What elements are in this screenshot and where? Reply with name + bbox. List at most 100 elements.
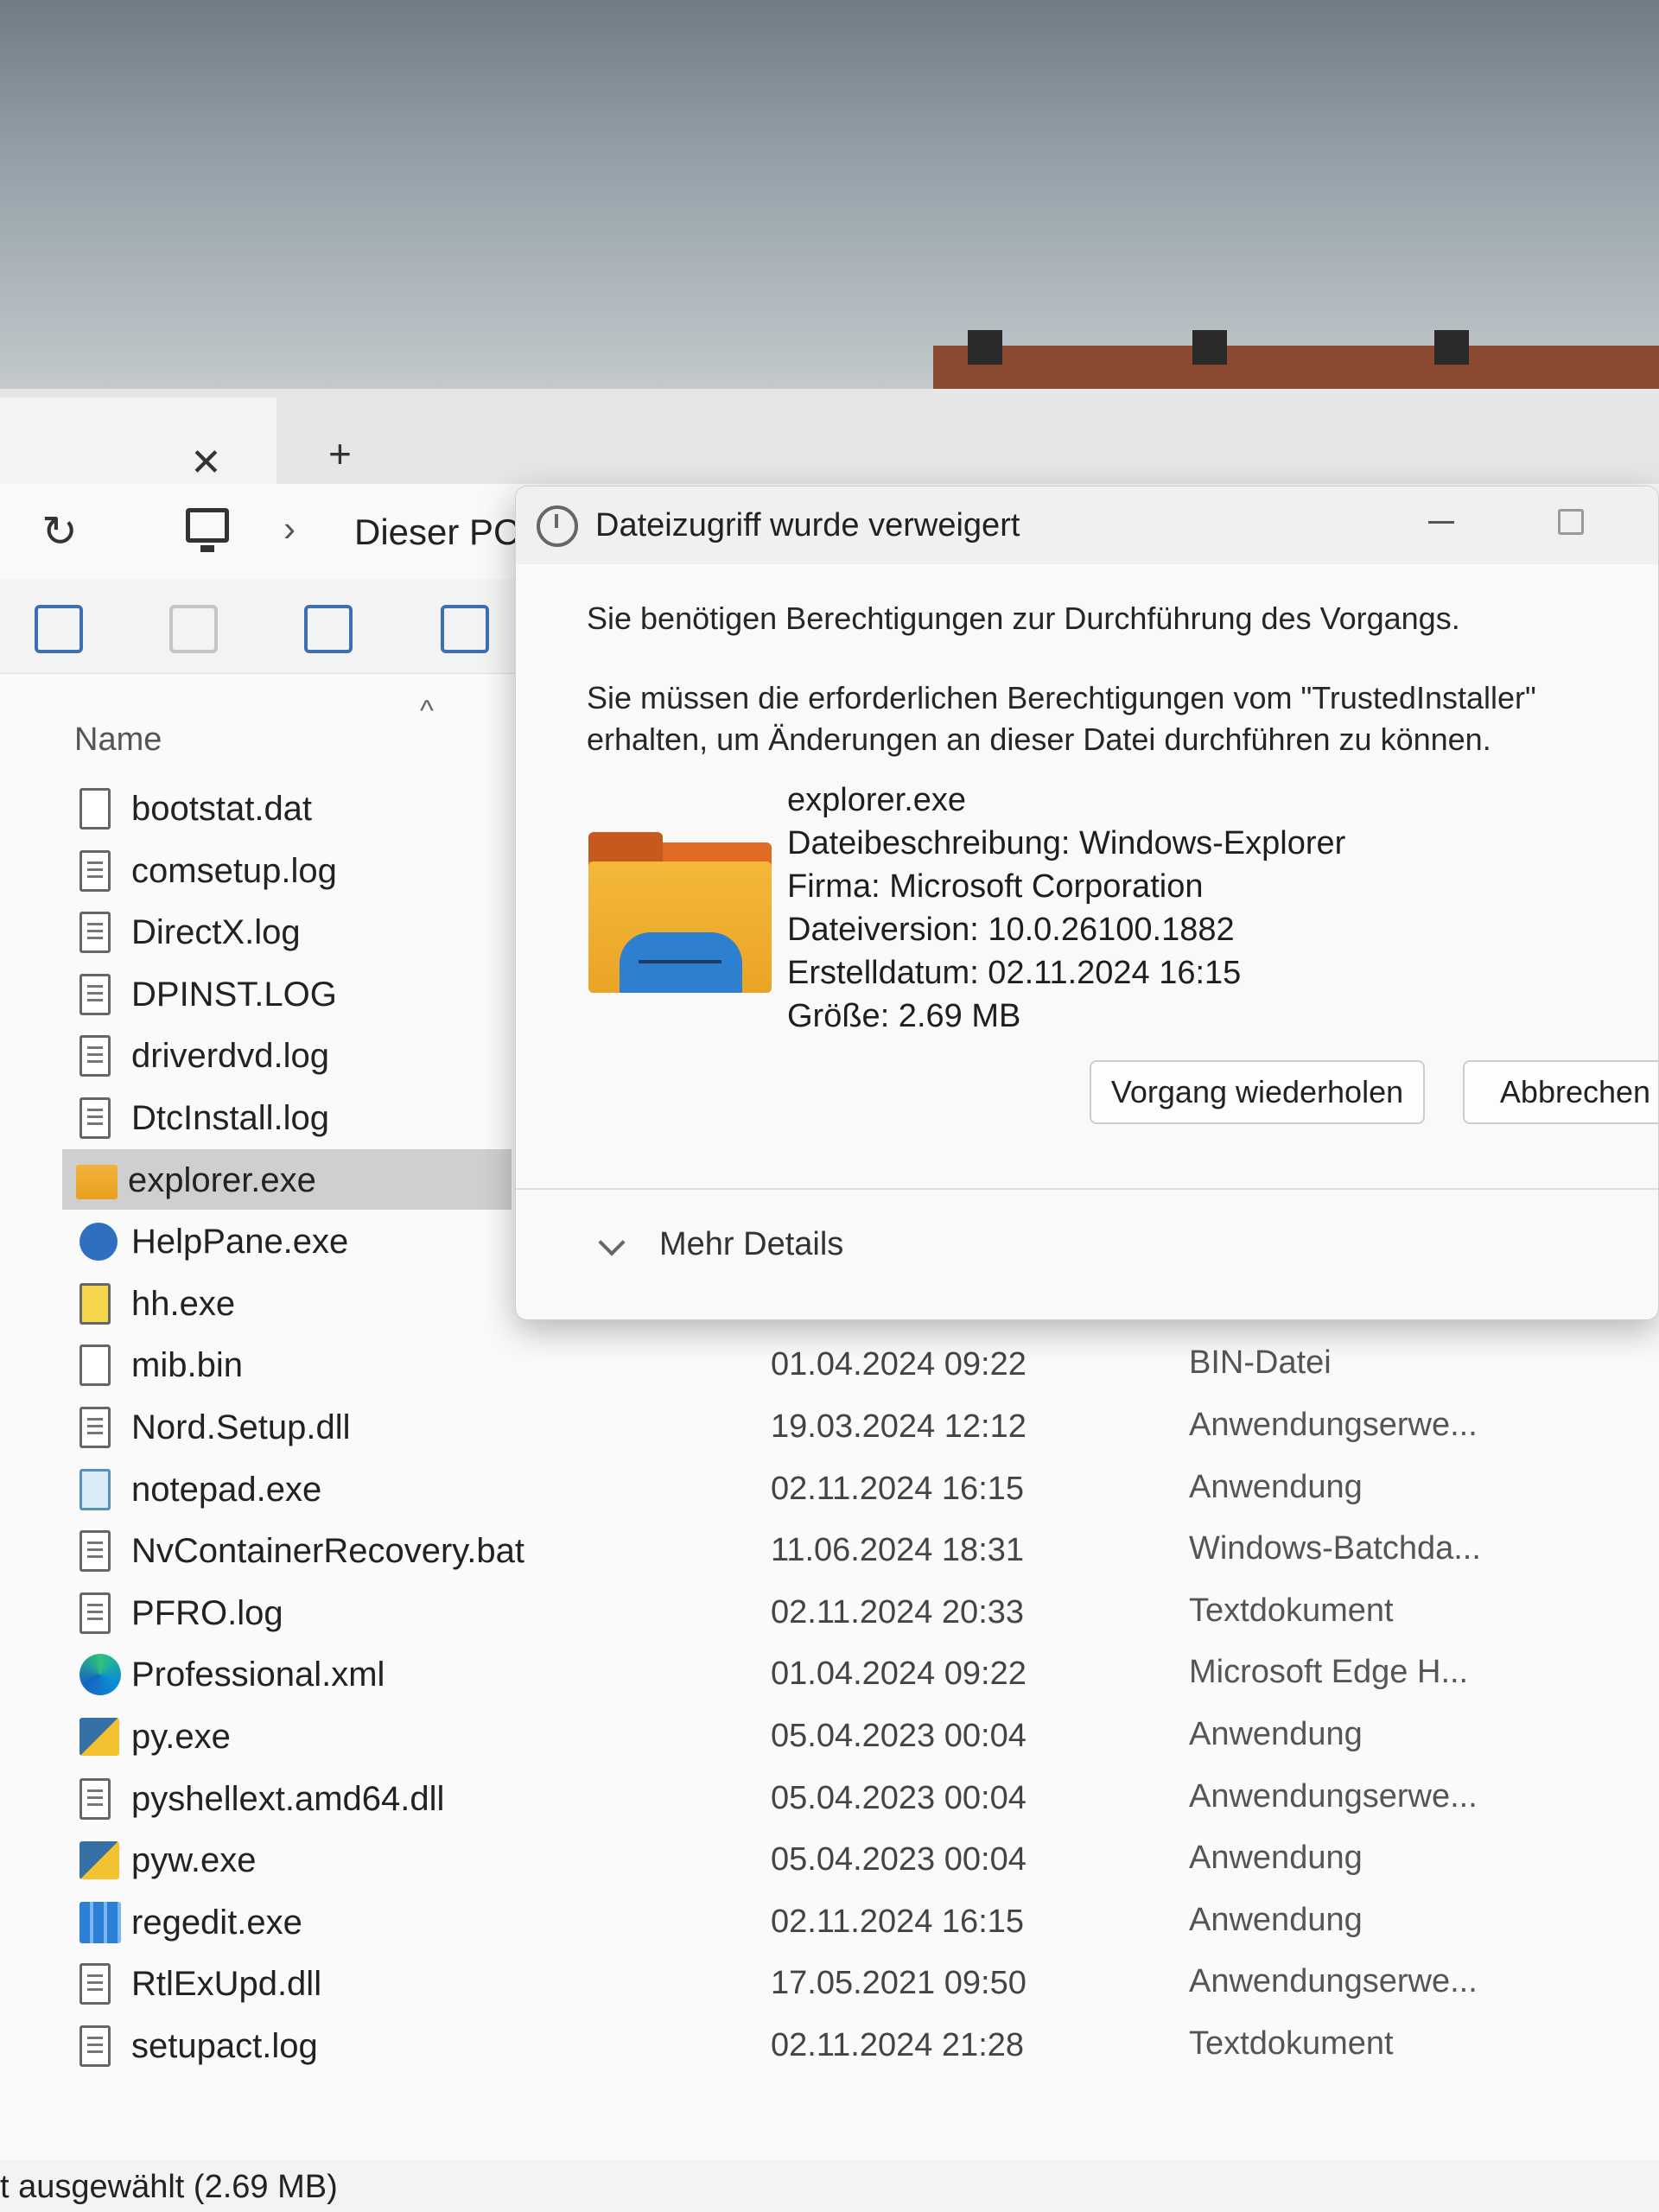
dll-file-icon xyxy=(79,1777,111,1820)
file-name: Nord.Setup.dll xyxy=(131,1408,351,1446)
rename-icon[interactable] xyxy=(304,605,353,653)
minimize-icon[interactable] xyxy=(1428,521,1454,524)
file-type: Microsoft Edge H... xyxy=(1189,1654,1469,1691)
close-tab-icon[interactable]: ✕ xyxy=(190,441,222,485)
file-type: Anwendungserwe... xyxy=(1189,1963,1478,2000)
share-icon[interactable] xyxy=(441,605,489,653)
file-name: notepad.exe xyxy=(131,1470,322,1509)
chimney xyxy=(1434,330,1469,365)
file-name: DtcInstall.log xyxy=(131,1099,329,1137)
file-type: Anwendungserwe... xyxy=(1189,1407,1478,1443)
file-row[interactable]: PFRO.log 02.11.2024 20:33 Textdokument xyxy=(66,1582,1659,1643)
file-name: NvContainerRecovery.bat xyxy=(131,1532,525,1571)
detail-file-name: explorer.exe xyxy=(787,782,967,818)
file-name: hh.exe xyxy=(131,1284,236,1323)
file-type: BIN-Datei xyxy=(1189,1344,1332,1382)
selection-status: t ausgewählt (2.69 MB) xyxy=(0,2169,338,2205)
roof-silhouette xyxy=(933,346,1659,389)
file-name: HelpPane.exe xyxy=(131,1223,349,1262)
detail-version: Dateiversion: 10.0.26100.1882 xyxy=(787,912,1235,948)
file-row[interactable]: explorer.exe xyxy=(62,1148,512,1210)
file-name: pyshellext.amd64.dll xyxy=(131,1779,445,1818)
chevron-down-icon xyxy=(598,1229,626,1256)
file-name: DPINST.LOG xyxy=(131,975,337,1014)
file-row[interactable]: NvContainerRecovery.bat 11.06.2024 18:31 W… xyxy=(66,1520,1659,1580)
maximize-icon[interactable] xyxy=(1558,509,1584,535)
blank-file-icon xyxy=(79,788,111,830)
detail-description: Dateibeschreibung: Windows-Explorer xyxy=(787,825,1346,861)
trustedinstaller-message-line2: erhalten, um Änderungen an dieser Datei … xyxy=(587,721,1491,757)
file-type: Anwendung xyxy=(1189,1716,1363,1752)
file-row[interactable]: pyw.exe 05.04.2023 00:04 Anwendung xyxy=(66,1829,1659,1890)
sort-ascending-icon[interactable]: ^ xyxy=(420,695,434,728)
text-file-icon xyxy=(79,2025,111,2067)
file-date: 05.04.2023 00:04 xyxy=(771,1841,1027,1878)
file-name: driverdvd.log xyxy=(131,1037,330,1076)
file-type: Windows-Batchda... xyxy=(1189,1530,1481,1567)
file-date: 01.04.2024 09:22 xyxy=(771,1656,1027,1693)
registry-icon xyxy=(79,1901,121,1943)
refresh-icon[interactable]: ↻ xyxy=(41,506,78,556)
detail-company: Firma: Microsoft Corporation xyxy=(787,868,1204,905)
this-pc-icon[interactable] xyxy=(186,508,229,552)
trustedinstaller-message-line1: Sie müssen die erforderlichen Berechtigu… xyxy=(587,680,1536,715)
file-name: bootstat.dat xyxy=(131,790,313,828)
text-file-icon xyxy=(79,1592,111,1634)
file-row[interactable]: RtlExUpd.dll 17.05.2021 09:50 Anwendungser… xyxy=(66,1953,1659,2013)
edge-icon xyxy=(79,1654,121,1696)
notepad-icon xyxy=(79,1468,111,1510)
column-header-name[interactable]: Name xyxy=(74,721,162,759)
file-date: 02.11.2024 20:33 xyxy=(771,1593,1025,1630)
file-name: Professional.xml xyxy=(131,1656,385,1694)
detail-created: Erstelldatum: 02.11.2024 16:15 xyxy=(787,955,1242,991)
file-type: Anwendung xyxy=(1189,1901,1363,1938)
file-date: 11.06.2024 18:31 xyxy=(771,1532,1025,1569)
permission-message: Sie benötigen Berechtigungen zur Durchfü… xyxy=(587,601,1460,636)
text-file-icon xyxy=(79,912,111,954)
dll-file-icon xyxy=(79,1407,111,1448)
breadcrumb-chevron-icon[interactable]: › xyxy=(283,508,296,550)
text-file-icon xyxy=(79,1035,111,1077)
dialog-divider xyxy=(516,1188,1658,1190)
file-date: 05.04.2023 00:04 xyxy=(771,1718,1027,1754)
new-tab-icon[interactable]: + xyxy=(328,430,352,477)
file-date: 19.03.2024 12:12 xyxy=(771,1408,1027,1445)
python-icon xyxy=(79,1841,119,1880)
file-type: Textdokument xyxy=(1189,2025,1394,2062)
cancel-button[interactable]: Abbrechen xyxy=(1463,1060,1658,1124)
file-type: Anwendung xyxy=(1189,1840,1363,1877)
file-name: mib.bin xyxy=(131,1346,243,1385)
python-icon xyxy=(79,1718,119,1756)
explorer-folder-icon xyxy=(76,1164,118,1199)
explorer-tab[interactable]: ✕ xyxy=(0,397,276,484)
more-details-toggle[interactable]: Mehr Details xyxy=(598,1226,948,1278)
file-row[interactable]: Professional.xml 01.04.2024 09:22 Microsof… xyxy=(66,1643,1659,1704)
text-file-icon xyxy=(79,849,111,892)
dialog-title: Dateizugriff wurde verweigert xyxy=(595,507,1020,543)
tab-bar: ✕ + xyxy=(0,389,1659,484)
file-name: comsetup.log xyxy=(131,851,337,890)
file-row[interactable]: regedit.exe 02.11.2024 16:15 Anwendung xyxy=(66,1891,1659,1952)
file-row[interactable]: pyshellext.amd64.dll 05.04.2023 00:04 Anwe… xyxy=(66,1768,1659,1828)
file-row[interactable]: notepad.exe 02.11.2024 16:15 Anwendung xyxy=(66,1459,1659,1519)
file-type: Textdokument xyxy=(1189,1592,1394,1629)
paste-icon[interactable] xyxy=(169,605,218,653)
more-details-label: Mehr Details xyxy=(659,1226,844,1262)
batch-file-icon xyxy=(79,1530,111,1573)
copy-icon[interactable] xyxy=(35,605,83,653)
blank-file-icon xyxy=(79,1344,111,1387)
detail-size: Größe: 2.69 MB xyxy=(787,998,1021,1034)
file-explorer-icon xyxy=(588,832,772,993)
file-row[interactable]: setupact.log 02.11.2024 21:28 Textdokument xyxy=(66,2015,1659,2075)
dialog-titlebar: Dateizugriff wurde verweigert xyxy=(516,486,1658,564)
status-bar: t ausgewählt (2.69 MB) xyxy=(0,2160,1659,2212)
file-row[interactable]: py.exe 05.04.2023 00:04 Anwendung xyxy=(66,1706,1659,1766)
breadcrumb-this-pc[interactable]: Dieser PC xyxy=(354,512,519,553)
chimney xyxy=(1192,330,1227,365)
retry-button[interactable]: Vorgang wiederholen xyxy=(1090,1060,1425,1124)
file-name: PFRO.log xyxy=(131,1593,283,1632)
dll-file-icon xyxy=(79,1963,111,2005)
clock-icon xyxy=(537,505,578,547)
file-row[interactable]: Nord.Setup.dll 19.03.2024 12:12 Anwendungs… xyxy=(66,1396,1659,1457)
file-row[interactable]: mib.bin 01.04.2024 09:22 BIN-Datei xyxy=(66,1334,1659,1395)
